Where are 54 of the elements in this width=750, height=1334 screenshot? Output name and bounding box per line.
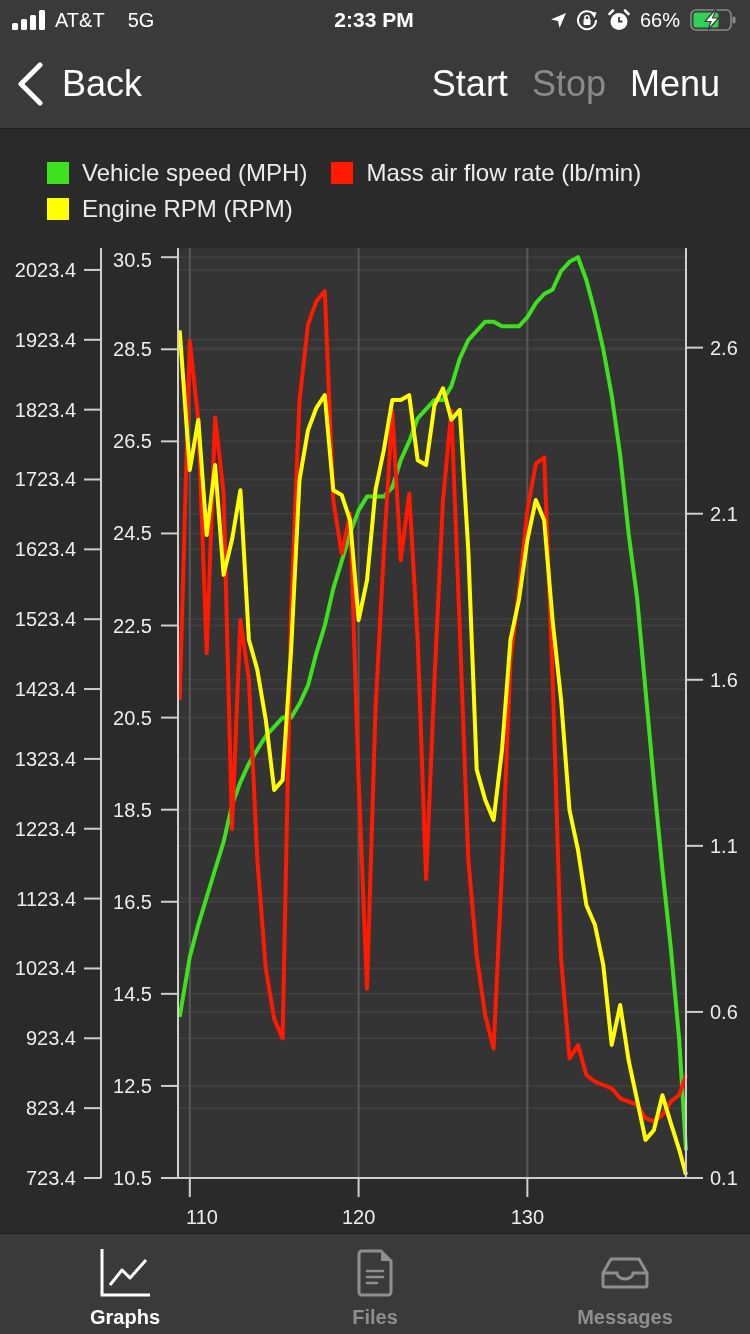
y-tick-label: 26.5: [113, 430, 152, 453]
rotation-lock-icon: [575, 9, 598, 31]
status-time: 2:33 PM: [334, 8, 414, 32]
line-chart-icon: [100, 1249, 150, 1297]
alarm-clock-icon: [607, 9, 630, 31]
y-tick-label: 16.5: [113, 890, 152, 913]
y-tick-label: 0.6: [710, 1000, 738, 1023]
battery-charging-icon: [690, 9, 736, 31]
y-tick-label: 723.4: [25, 1167, 76, 1189]
y-tick-label: 1423.4: [14, 678, 76, 701]
y-tick-label: 1.1: [710, 834, 738, 857]
y-tick-label: 1623.4: [14, 538, 76, 561]
nav-action-button[interactable]: Start: [431, 63, 508, 105]
y-tick-label: 1223.4: [14, 817, 76, 840]
legend-label: Vehicle speed (MPH): [82, 160, 308, 186]
y-tick-label: 10.5: [113, 1167, 152, 1189]
y-tick-label: 24.5: [113, 522, 152, 545]
y-tick-label: 1923.4: [14, 328, 76, 351]
tab-bar-item[interactable]: Graphs: [90, 1234, 160, 1329]
y-tick-label: 2023.4: [14, 258, 76, 281]
y-tick-label: 20.5: [113, 706, 152, 729]
y-tick-label: 22.5: [113, 614, 152, 637]
y-tick-label: 1023.4: [14, 957, 76, 980]
x-tick-label: 110: [186, 1206, 218, 1228]
y-tick-label: 1523.4: [14, 608, 76, 631]
legend-label: Mass air flow rate (lb/min): [366, 160, 642, 186]
y-tick-label: 18.5: [113, 798, 152, 821]
y-tick-label: 28.5: [113, 338, 152, 361]
back-button[interactable]: Back: [16, 62, 143, 106]
y-tick-label: 1723.4: [14, 468, 76, 491]
y-tick-label: 14.5: [113, 982, 152, 1005]
y-tick-label: 2.1: [710, 502, 738, 525]
nav-action-button[interactable]: Menu: [629, 63, 720, 105]
y-tick-label: 1823.4: [14, 398, 76, 421]
legend-label: Engine RPM (RPM): [82, 196, 293, 222]
y-tick-label: 2.6: [710, 336, 738, 359]
signal-bars-icon: [12, 10, 46, 30]
y-tick-label: 1123.4: [16, 887, 76, 910]
location-arrow-icon: [550, 12, 566, 28]
inbox-tray-icon: [601, 1257, 649, 1289]
y-tick-label: 30.5: [113, 249, 152, 271]
x-tick-label: 120: [341, 1206, 376, 1228]
network-type: 5G: [127, 8, 155, 32]
y-tick-label: 0.1: [710, 1167, 738, 1189]
battery-percent: 66%: [639, 8, 680, 32]
y-tick-label: 923.4: [25, 1027, 76, 1050]
carrier-name: AT&T: [55, 8, 105, 32]
y-tick-label: 823.4: [25, 1097, 76, 1120]
chevron-left-icon: [16, 62, 44, 106]
y-tick-label: 1.6: [710, 668, 738, 691]
y-tick-label: 12.5: [113, 1074, 152, 1097]
y-tick-label: 1323.4: [14, 747, 76, 770]
document-icon: [357, 1249, 393, 1297]
x-tick-label: 130: [510, 1206, 545, 1228]
